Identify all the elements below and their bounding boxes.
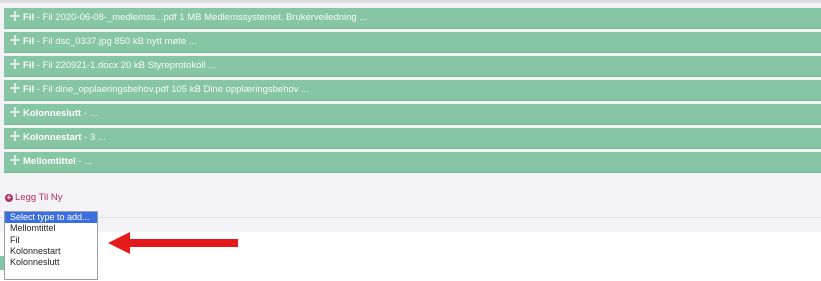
move-icon[interactable] (10, 59, 20, 69)
row-type: Fil (23, 60, 35, 71)
row-description: Fil 2020-06-08-_medlemss...pdf 1 MB Medl… (42, 12, 368, 23)
row-separator: - (78, 156, 82, 167)
dropdown-option-kolonnestart[interactable]: Kolonnestart (5, 246, 97, 257)
content-row[interactable]: Fil - Fil dine_opplaeringsbehov.pdf 105 … (4, 80, 821, 101)
row-separator: - (36, 84, 40, 95)
row-separator: - (36, 36, 40, 47)
row-description: ... (89, 108, 98, 119)
row-type: Mellomtittel (23, 156, 76, 167)
row-type: Fil (23, 84, 35, 95)
row-description: 3 ... (90, 132, 106, 143)
content-row[interactable]: Fil - Fil 220921-1.docx 20 kB Styreproto… (4, 56, 821, 77)
move-icon[interactable] (10, 35, 20, 45)
dropdown-option-mellomtittel[interactable]: Mellomtittel (5, 223, 97, 234)
content-row[interactable]: Fil - Fil dsc_0337.jpg 850 kB nytt møte … (4, 32, 821, 53)
content-row[interactable]: Kolonneslutt - ... (4, 104, 821, 125)
content-row[interactable]: Mellomtittel - ... (4, 152, 821, 173)
row-description: Fil 220921-1.docx 20 kB Styreprotokoll .… (42, 60, 217, 71)
add-new-label: Legg Til Ny (15, 192, 63, 203)
content-row[interactable]: Fil - Fil 2020-06-08-_medlemss...pdf 1 M… (4, 8, 821, 29)
add-new-link[interactable]: + Legg Til Ny (5, 192, 63, 204)
content-row[interactable]: Kolonnestart - 3 ... (4, 128, 821, 149)
content-rows: Fil - Fil 2020-06-08-_medlemss...pdf 1 M… (4, 8, 821, 176)
row-type: Kolonnestart (23, 132, 82, 143)
move-icon[interactable] (10, 11, 20, 21)
row-description: Fil dine_opplaeringsbehov.pdf 105 kB Din… (42, 84, 310, 95)
top-divider (0, 0, 821, 3)
type-select-dropdown[interactable]: Select type to add... Mellomtittel Fil K… (4, 211, 98, 280)
move-icon[interactable] (10, 83, 20, 93)
row-separator: - (36, 60, 40, 71)
move-icon[interactable] (10, 155, 20, 165)
section-divider (0, 217, 821, 218)
row-type: Kolonneslutt (23, 108, 82, 119)
move-icon[interactable] (10, 131, 20, 141)
dropdown-option-fil[interactable]: Fil (5, 235, 97, 246)
move-icon[interactable] (10, 107, 20, 117)
plus-circle-icon: + (5, 193, 13, 202)
row-separator: - (36, 12, 40, 23)
dropdown-option-kolonneslutt[interactable]: Kolonneslutt (5, 257, 97, 268)
dropdown-option-placeholder[interactable]: Select type to add... (5, 212, 97, 224)
row-description: ... (84, 156, 93, 167)
content-panel: Fil - Fil 2020-06-08-_medlemss...pdf 1 M… (0, 0, 821, 232)
arrow-left-icon (108, 232, 238, 254)
row-description: Fil dsc_0337.jpg 850 kB nytt møte ... (42, 36, 197, 47)
row-type: Fil (23, 12, 35, 23)
row-separator: - (83, 108, 87, 119)
row-type: Fil (23, 36, 35, 47)
row-separator: - (84, 132, 88, 143)
